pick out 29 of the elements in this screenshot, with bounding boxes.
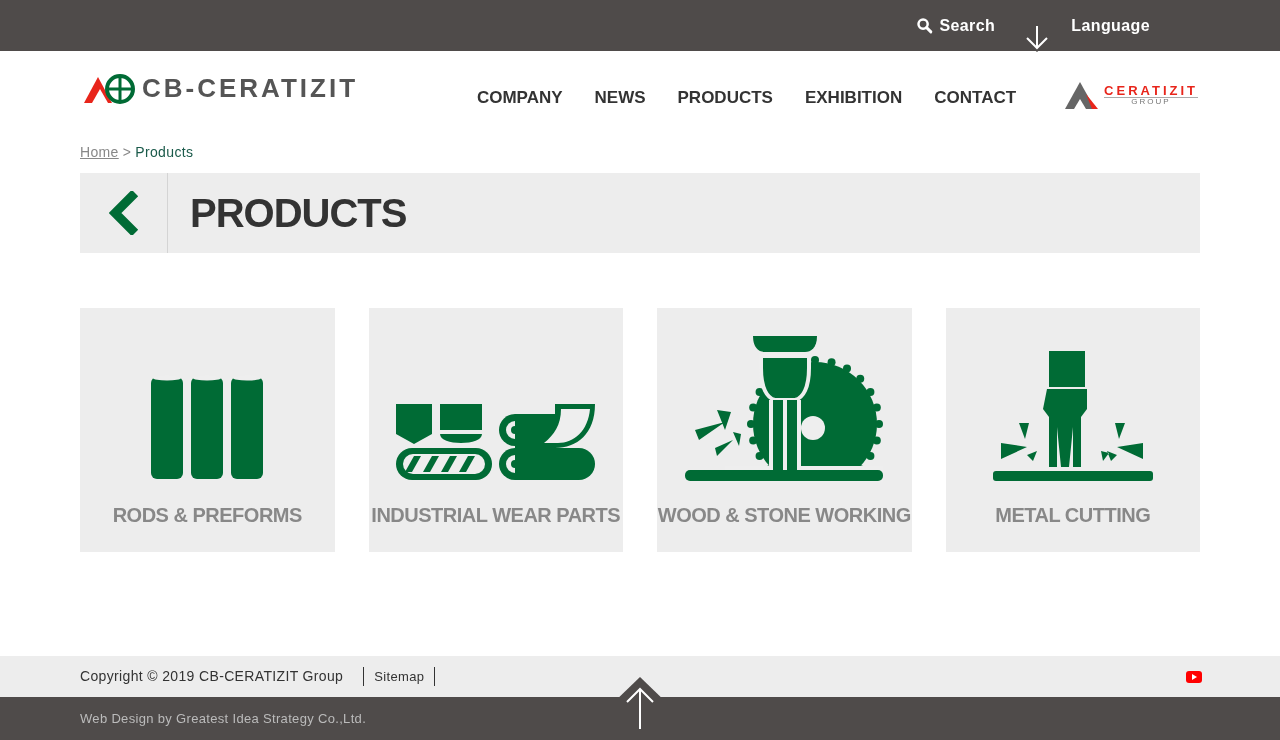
breadcrumb-home-link[interactable]: Home bbox=[80, 142, 119, 163]
nav-link[interactable]: NEWS bbox=[594, 84, 646, 111]
video-play-icon bbox=[1186, 670, 1202, 683]
group-logo-text: CERATIZIT bbox=[1104, 83, 1198, 97]
breadcrumb-current: Products bbox=[135, 143, 194, 162]
nav-link[interactable]: EXHIBITION bbox=[804, 84, 903, 111]
nav-link[interactable]: COMPANY bbox=[476, 84, 563, 111]
product-label: RODS & PREFORMS bbox=[112, 503, 302, 528]
end-mill-cutting-icon bbox=[992, 351, 1153, 482]
product-label: METAL CUTTING bbox=[995, 503, 1151, 528]
cylinder-rods-icon bbox=[151, 374, 264, 482]
conveyor-parts-icon bbox=[393, 402, 598, 482]
nav-link[interactable]: PRODUCTS bbox=[677, 84, 773, 111]
search-icon bbox=[916, 17, 934, 34]
page-title: PRODUCTS bbox=[190, 190, 407, 237]
credit-text: Web Design by Greatest Idea Strategy Co.,Ltd. bbox=[80, 709, 367, 728]
logo-text: CB-CERATIZIT bbox=[142, 72, 359, 105]
chevron-left-icon bbox=[108, 191, 139, 235]
saw-blade-drill-icon bbox=[685, 336, 884, 482]
product-label: WOOD & STONE WORKING bbox=[657, 503, 911, 528]
logo-mark-icon bbox=[82, 72, 136, 105]
copyright-text: Copyright © 2019 CB-CERATIZIT Group bbox=[80, 667, 344, 686]
group-logo-subtext: GROUP bbox=[1104, 96, 1198, 106]
sitemap-link[interactable]: Sitemap bbox=[363, 666, 436, 687]
breadcrumb-separator: > bbox=[122, 143, 132, 162]
language-link[interactable]: Language bbox=[1071, 13, 1150, 38]
product-label: INDUSTRIAL WEAR PARTS bbox=[371, 503, 621, 528]
search-link[interactable]: Search bbox=[916, 13, 996, 38]
nav-link[interactable]: CONTACT bbox=[934, 84, 1017, 111]
